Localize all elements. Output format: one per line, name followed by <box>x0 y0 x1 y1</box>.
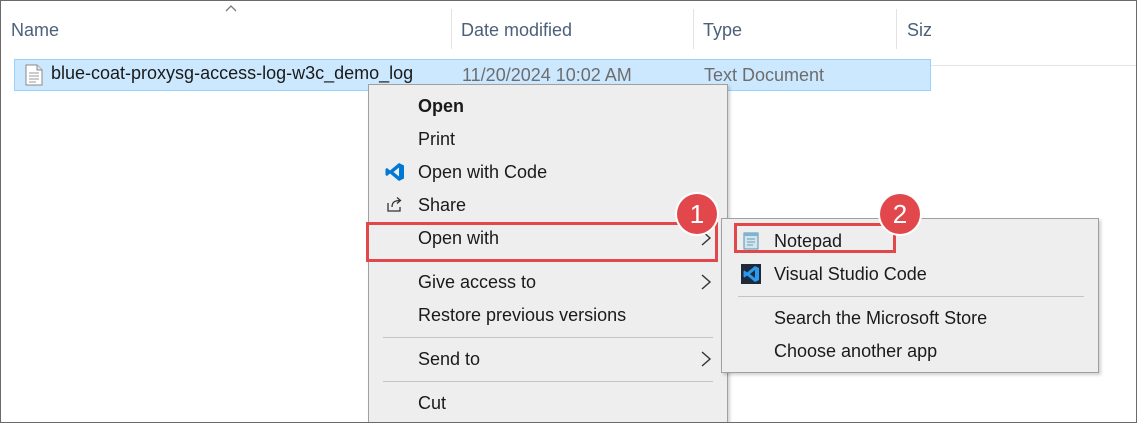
column-header-date-label: Date modified <box>461 19 573 40</box>
column-header-name[interactable]: Name <box>1 1 451 59</box>
column-header-size[interactable]: Size <box>897 1 931 59</box>
text-file-icon <box>25 64 43 86</box>
step-badge-2-label: 2 <box>892 198 908 229</box>
menu-item-cut-label: Cut <box>418 393 447 413</box>
submenu-item-search-store-label: Search the Microsoft Store <box>774 308 988 328</box>
submenu-item-visual-studio-code[interactable]: Visual Studio Code <box>722 258 1098 291</box>
menu-item-send-to[interactable]: Send to <box>369 343 727 376</box>
submenu-item-search-store[interactable]: Search the Microsoft Store <box>722 302 1098 335</box>
chevron-right-icon <box>701 351 712 367</box>
submenu-item-choose-app-label: Choose another app <box>774 341 938 361</box>
highlight-open-with <box>366 222 718 262</box>
menu-item-send-to-label: Send to <box>418 349 481 369</box>
menu-item-cut[interactable]: Cut <box>369 387 727 420</box>
menu-item-open-with-code[interactable]: Open with Code <box>369 156 727 189</box>
menu-separator <box>738 296 1084 297</box>
menu-item-open[interactable]: Open <box>369 90 727 123</box>
column-header-size-label: Size <box>907 19 931 40</box>
menu-item-share-label: Share <box>418 195 467 215</box>
file-type: Text Document <box>704 65 825 85</box>
chevron-right-icon <box>701 274 712 290</box>
menu-item-give-access-to[interactable]: Give access to <box>369 266 727 299</box>
vscode-icon <box>741 264 761 284</box>
menu-item-give-access-label: Give access to <box>418 272 537 292</box>
menu-item-open-with-code-label: Open with Code <box>418 162 548 182</box>
column-header-type-label: Type <box>703 19 743 40</box>
file-explorer-window: Name Date modified Type Size blue-coat-p… <box>0 0 1137 423</box>
menu-separator <box>383 337 713 338</box>
submenu-item-vscode-label: Visual Studio Code <box>774 264 927 284</box>
menu-separator <box>383 381 713 382</box>
menu-item-print[interactable]: Print <box>369 123 727 156</box>
vscode-icon <box>385 163 404 181</box>
menu-item-open-label: Open <box>418 96 465 116</box>
header-divider <box>931 65 1136 66</box>
step-badge-1: 1 <box>677 194 717 234</box>
menu-item-share[interactable]: Share <box>369 189 727 222</box>
share-icon <box>387 197 402 212</box>
column-header-type[interactable]: Type <box>693 1 896 59</box>
highlight-notepad <box>734 223 896 253</box>
menu-item-print-label: Print <box>418 129 456 149</box>
file-date-modified: 11/20/2024 10:02 AM <box>462 65 632 85</box>
step-badge-1-label: 1 <box>689 198 705 229</box>
column-header-name-label: Name <box>11 19 60 40</box>
file-name[interactable]: blue-coat-proxysg-access-log-w3c_demo_lo… <box>51 63 413 84</box>
menu-item-restore-label: Restore previous versions <box>418 305 627 325</box>
submenu-item-choose-another-app[interactable]: Choose another app <box>722 335 1098 368</box>
column-header-date-modified[interactable]: Date modified <box>451 1 693 59</box>
step-badge-2: 2 <box>880 194 920 234</box>
menu-item-restore-previous-versions[interactable]: Restore previous versions <box>369 299 727 332</box>
